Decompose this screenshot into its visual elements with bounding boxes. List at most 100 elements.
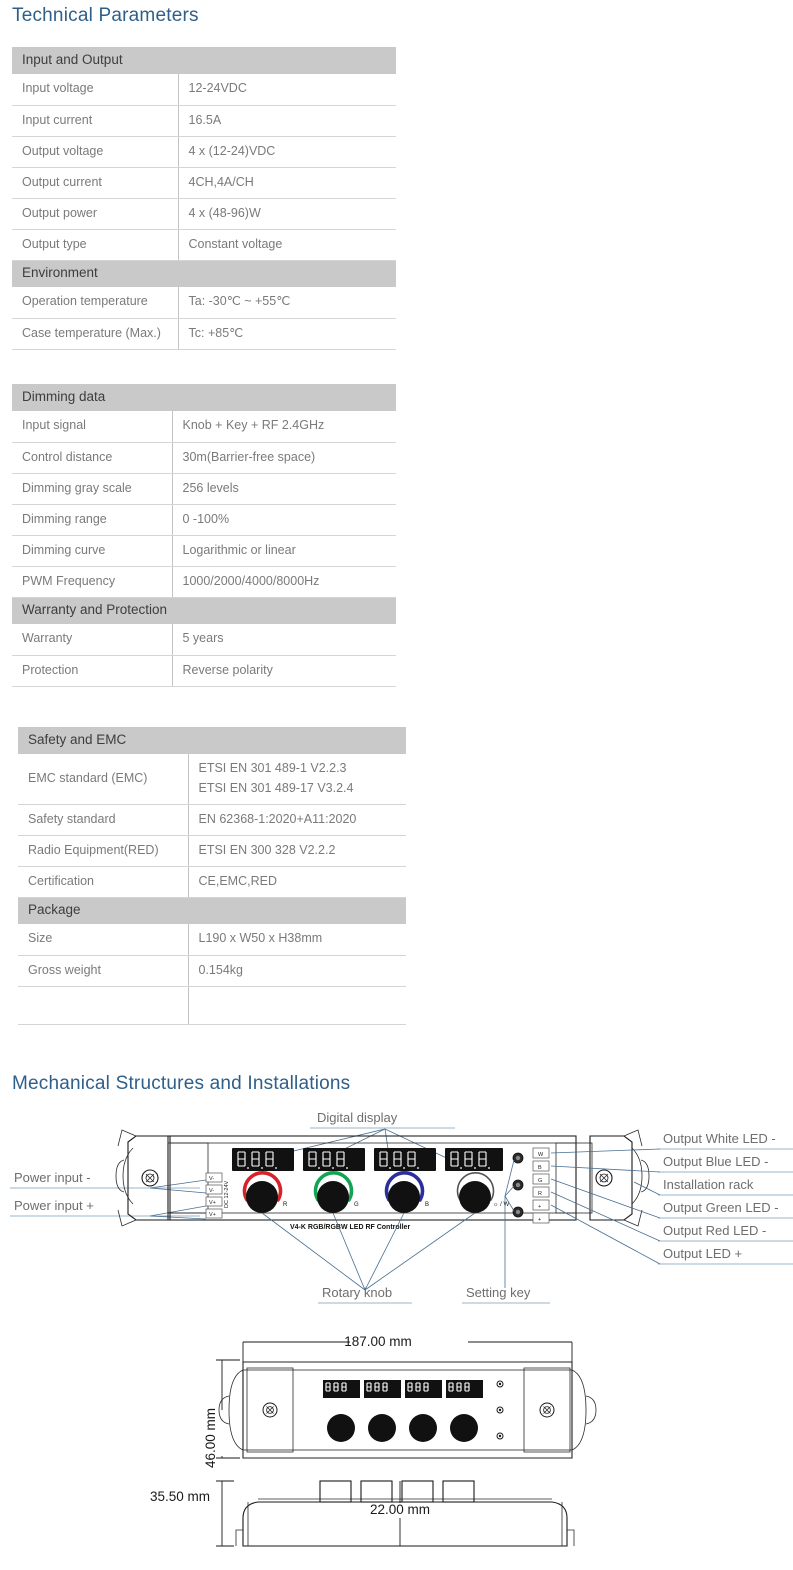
callout-setting-key: Setting key <box>466 1285 531 1300</box>
row-value: 0.154kg <box>188 955 406 987</box>
input-terminal-block: V- V- V+ V+ DC 12-24V <box>205 1172 230 1219</box>
callout-output-blue-led: Output Blue LED - <box>663 1154 769 1169</box>
table-band-row: Input and Output <box>12 47 396 74</box>
table-row: Safety standard EN 62368-1:2020+A11:2020 <box>18 804 406 836</box>
table-row: EMC standard (EMC) ETSI EN 301 489-1 V2.… <box>18 754 406 805</box>
row-label: Warranty <box>12 624 173 656</box>
terminal-label: G <box>538 1178 542 1184</box>
table-row: Certification CE,EMC,RED <box>18 866 406 898</box>
row-label: Protection <box>12 655 173 687</box>
terminal-label: + <box>538 1217 541 1223</box>
row-value: Reverse polarity <box>172 655 396 687</box>
row-value: 30m(Barrier-free space) <box>172 442 396 474</box>
band-label: Environment <box>12 260 396 287</box>
dimension-height: 46.00 mm <box>203 1408 218 1468</box>
terminal-label: B <box>538 1165 542 1171</box>
callout-output-green-led: Output Green LED - <box>663 1200 779 1215</box>
page-title-technical-parameters: Technical Parameters <box>12 5 199 26</box>
row-label: Input voltage <box>12 74 179 106</box>
row-label: Case temperature (Max.) <box>12 318 179 350</box>
row-label: Operation temperature <box>12 287 179 319</box>
table-band-row: Safety and EMC <box>18 727 406 754</box>
row-value: Ta: -30℃ ~ +55℃ <box>178 287 396 319</box>
table-row: PWM Frequency 1000/2000/4000/8000Hz <box>12 566 396 598</box>
table-row: Dimming curve Logarithmic or linear <box>12 535 396 567</box>
row-value: ETSI EN 301 489-1 V2.2.3 ETSI EN 301 489… <box>188 754 406 805</box>
table-row: Size L190 x W50 x H38mm <box>18 924 406 956</box>
table-row: Radio Equipment(RED) ETSI EN 300 328 V2.… <box>18 835 406 867</box>
rotary-knob-group[interactable]: R G B ☼ / W <box>242 1171 510 1213</box>
band-label: Input and Output <box>12 47 396 74</box>
row-label: Input signal <box>12 411 173 443</box>
callout-power-input-positive: Power input + <box>14 1198 94 1213</box>
row-value: 0 -100% <box>172 504 396 536</box>
row-label: Output voltage <box>12 136 179 168</box>
digital-display-group <box>232 1148 503 1171</box>
table-row: Case temperature (Max.) Tc: +85℃ <box>12 318 396 350</box>
dimension-drawings: 187.00 mm 46.00 mm 35.50 mm 22.00 mm <box>150 1334 597 1547</box>
callout-output-white-led: Output White LED - <box>663 1131 776 1146</box>
row-label: Certification <box>18 866 189 898</box>
row-value-line: ETSI EN 301 489-1 V2.2.3 <box>198 761 347 776</box>
row-value: 256 levels <box>172 473 396 505</box>
row-label: PWM Frequency <box>12 566 173 598</box>
spec-table-safety-emc: Safety and EMC EMC standard (EMC) ETSI E… <box>18 727 406 1025</box>
row-label: Safety standard <box>18 804 189 836</box>
row-value: 4CH,4A/CH <box>178 167 396 199</box>
table-row: Warranty 5 years <box>12 624 396 656</box>
knob-label-white: ☼ / W <box>493 1202 510 1208</box>
row-label: Output type <box>12 229 179 261</box>
table-row: Output current 4CH,4A/CH <box>12 167 396 199</box>
row-label: Output current <box>12 167 179 199</box>
spec-table-input-output: Input and Output Input voltage 12-24VDC … <box>12 47 396 350</box>
callout-digital-display: Digital display <box>317 1110 398 1125</box>
row-value <box>188 986 406 1025</box>
table-row: Gross weight 0.154kg <box>18 955 406 987</box>
row-label: Input current <box>12 105 179 137</box>
band-label: Warranty and Protection <box>12 597 396 624</box>
row-value: 5 years <box>172 624 396 656</box>
table-row: Dimming gray scale 256 levels <box>12 473 396 505</box>
callout-output-led-positive: Output LED + <box>663 1246 742 1261</box>
row-value: 1000/2000/4000/8000Hz <box>172 566 396 598</box>
table-row: Operation temperature Ta: -30℃ ~ +55℃ <box>12 287 396 319</box>
row-label: Gross weight <box>18 955 189 987</box>
row-label: Size <box>18 924 189 956</box>
page-title-mechanical-structures: Mechanical Structures and Installations <box>12 1073 351 1094</box>
knob-label-green: G <box>354 1202 359 1208</box>
callout-output-red-led: Output Red LED - <box>663 1223 766 1238</box>
row-label: Dimming range <box>12 504 173 536</box>
terminal-label: + <box>538 1204 541 1210</box>
table-row: Input voltage 12-24VDC <box>12 74 396 106</box>
row-value: CE,EMC,RED <box>188 866 406 898</box>
table-band-row: Environment <box>12 260 396 287</box>
terminal-label: V+ <box>209 1200 216 1206</box>
row-value: 12-24VDC <box>178 74 396 106</box>
table-band-row: Package <box>18 897 406 924</box>
row-label: Dimming curve <box>12 535 173 567</box>
band-label: Package <box>18 897 406 924</box>
table-row: Dimming range 0 -100% <box>12 504 396 536</box>
terminal-label: W <box>538 1152 544 1158</box>
table-row: Control distance 30m(Barrier-free space) <box>12 442 396 474</box>
table-row: Input signal Knob + Key + RF 2.4GHz <box>12 411 396 443</box>
input-voltage-note: DC 12-24V <box>224 1180 230 1208</box>
callout-rotary-knob: Rotary knob <box>322 1285 392 1300</box>
output-terminal-block: W B G R + + <box>532 1147 550 1224</box>
dimension-width: 187.00 mm <box>344 1334 412 1349</box>
row-label: Radio Equipment(RED) <box>18 835 189 867</box>
setting-key-group[interactable] <box>512 1152 524 1218</box>
dimension-inner: 22.00 mm <box>370 1502 430 1517</box>
table-band-row: Warranty and Protection <box>12 597 396 624</box>
knob-label-blue: B <box>425 1202 429 1208</box>
table-row: Input current 16.5A <box>12 105 396 137</box>
row-label: Output power <box>12 198 179 230</box>
row-value: ETSI EN 300 328 V2.2.2 <box>188 835 406 867</box>
table-row <box>18 986 406 1025</box>
terminal-label: R <box>538 1191 542 1197</box>
dimension-depth: 35.50 mm <box>150 1489 210 1504</box>
row-label: Control distance <box>12 442 173 474</box>
row-value-line: ETSI EN 301 489-17 V3.2.4 <box>198 780 354 795</box>
row-value: Tc: +85℃ <box>178 318 396 350</box>
terminal-label: V- <box>209 1188 214 1194</box>
